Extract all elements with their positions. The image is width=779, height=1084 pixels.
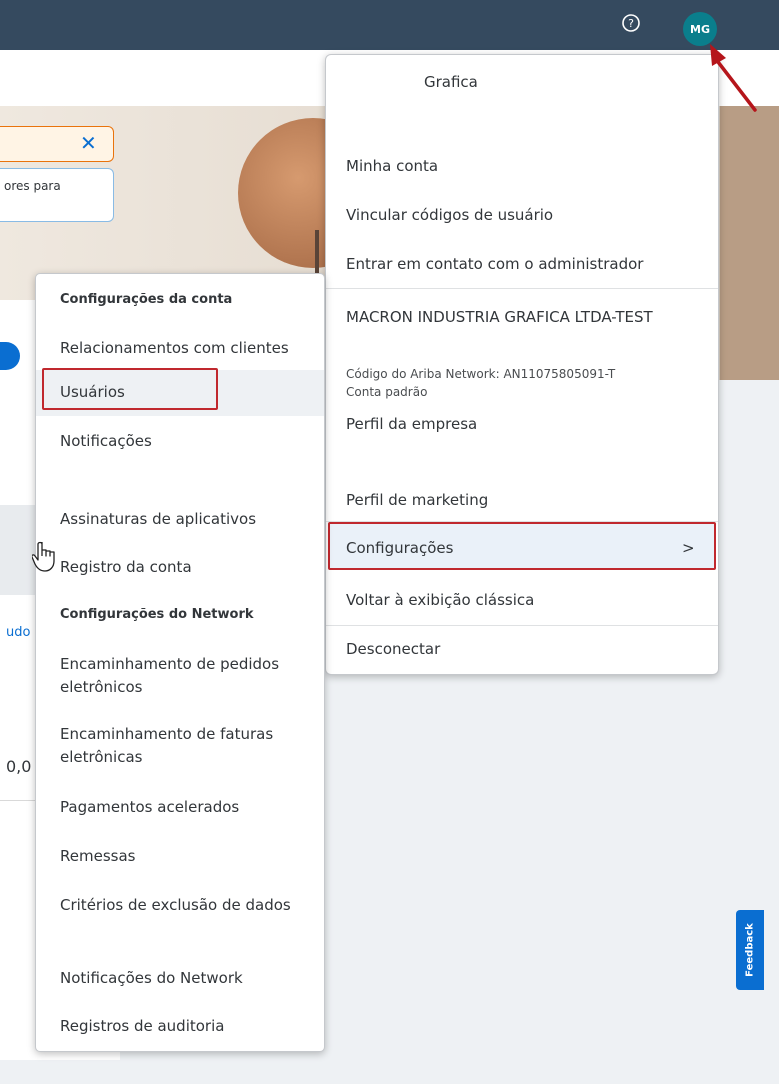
menu-item-my-account[interactable]: Minha conta (346, 157, 438, 175)
submenu-item-electronic-order-routing[interactable]: Encaminhamento de pedidos eletrônicos (60, 653, 315, 699)
menu-divider (326, 288, 718, 289)
submenu-item-notifications[interactable]: Notificações (60, 430, 315, 453)
svg-text:?: ? (628, 17, 634, 30)
ariba-network-id: Código do Ariba Network: AN11075805091-T (346, 367, 616, 381)
menu-item-classic-view[interactable]: Voltar à exibição clássica (346, 591, 534, 609)
user-name: Grafica (424, 73, 478, 91)
company-name: MACRON INDUSTRIA GRAFICA LTDA-TEST (346, 308, 653, 326)
user-menu-dropdown: Grafica Minha conta Vincular códigos de … (325, 54, 719, 675)
hand-cursor-icon (32, 541, 55, 572)
submenu-item-audit-logs[interactable]: Registros de auditoria (60, 1015, 315, 1038)
default-account-label: Conta padrão (346, 385, 428, 399)
warning-toast (0, 126, 114, 162)
top-bar (0, 0, 779, 50)
annotation-arrow-icon (710, 44, 757, 112)
submenu-item-network-notifications[interactable]: Notificações do Network (60, 967, 315, 990)
feedback-label: Feedback (744, 923, 756, 977)
left-card-link[interactable]: udo (6, 625, 30, 640)
submenu-item-data-deletion-criteria[interactable]: Critérios de exclusão de dados (60, 894, 315, 917)
submenu-item-remittances[interactable]: Remessas (60, 845, 315, 868)
submenu-item-accelerated-payments[interactable]: Pagamentos acelerados (60, 796, 315, 819)
info-card-text: ores para (4, 179, 61, 193)
question-circle-icon[interactable]: ? (618, 10, 644, 36)
menu-item-company-profile[interactable]: Perfil da empresa (346, 415, 477, 433)
submenu-item-electronic-invoice-routing[interactable]: Encaminhamento de faturas eletrônicas (60, 723, 315, 769)
submenu-item-account-registration[interactable]: Registro da conta (60, 556, 315, 579)
menu-item-settings-label: Configurações (346, 539, 454, 557)
banner-side-image (720, 106, 779, 380)
network-settings-header: Configurações do Network (60, 607, 254, 622)
menu-divider (326, 625, 718, 626)
submenu-item-app-subscriptions[interactable]: Assinaturas de aplicativos (60, 508, 315, 531)
feedback-button[interactable]: Feedback (736, 910, 764, 990)
menu-item-link-user-ids[interactable]: Vincular códigos de usuário (346, 206, 553, 224)
submenu-item-customer-relationships[interactable]: Relacionamentos com clientes (60, 337, 315, 360)
menu-item-logout[interactable]: Desconectar (346, 640, 440, 658)
chevron-right-icon: > (682, 539, 695, 557)
menu-item-contact-admin[interactable]: Entrar em contato com o administrador (346, 255, 643, 273)
annotation-box-users (42, 368, 218, 410)
info-card: ores para (0, 168, 114, 222)
close-icon[interactable]: ✕ (80, 131, 97, 155)
menu-item-marketing-profile[interactable]: Perfil de marketing (346, 491, 488, 509)
left-card-value: 0,0 (6, 757, 32, 776)
account-settings-header: Configurações da conta (60, 292, 233, 307)
